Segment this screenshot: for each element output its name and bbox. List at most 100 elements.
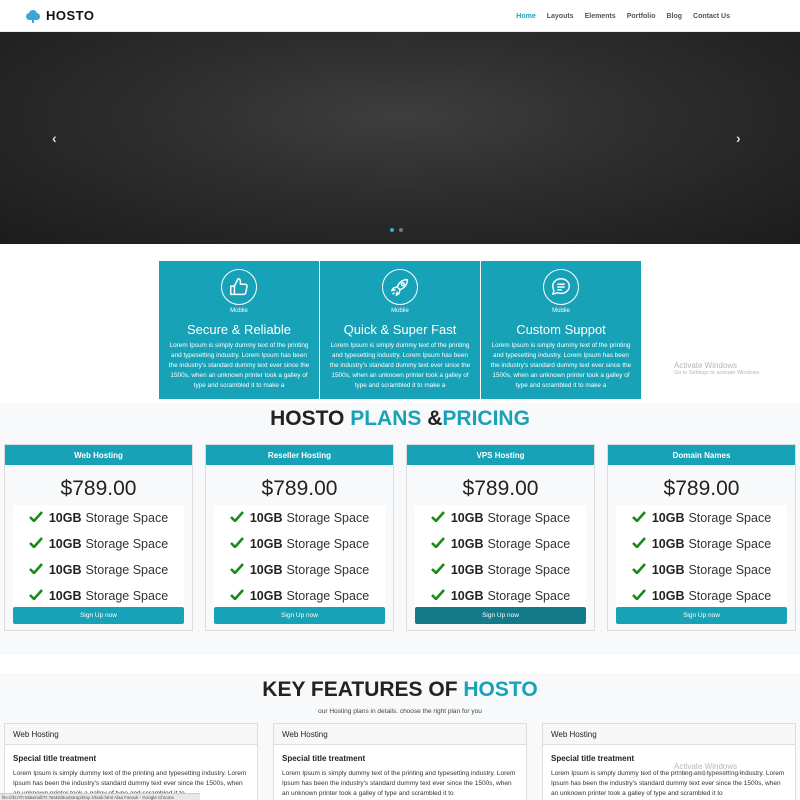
thumbs-up-icon (221, 269, 257, 305)
plan-name: Web Hosting (5, 445, 192, 465)
pricing-title-pricing: PRICING (442, 407, 530, 430)
checkmark-icon (430, 511, 445, 525)
pricing-card: Web Hosting $789.00 10GB Storage Space 10… (4, 444, 193, 631)
plan-feature: 10GB Storage Space (415, 583, 586, 609)
feature-label: Storage Space (85, 537, 169, 551)
feature-label: Storage Space (487, 589, 571, 603)
card-title: Special title treatment (551, 754, 635, 763)
feature-label: Storage Space (487, 563, 571, 577)
feature-amount: 10GB (249, 511, 283, 525)
plan-feature: 10GB Storage Space (13, 531, 184, 557)
key-features-subtitle: our Hosting plans in details. choose the… (318, 708, 482, 715)
nav-link-elements[interactable]: Elements (585, 13, 616, 20)
pricing-title-amp: & (427, 407, 443, 430)
plan-feature: 10GB Storage Space (214, 531, 385, 557)
watermark-title: Activate Windows (674, 361, 738, 370)
feature-amount: 10GB (450, 589, 484, 603)
card-header: Web Hosting (543, 724, 795, 745)
nav-menu: Home Layouts Elements Portfolio Blog Con… (505, 0, 730, 32)
nav-link-layouts[interactable]: Layouts (547, 13, 574, 20)
plan-feature-list: 10GB Storage Space 10GB Storage Space 10GB… (214, 505, 385, 609)
feature-title: Secure & Reliable (186, 322, 292, 337)
feature-label: Storage Space (688, 563, 772, 577)
carousel-indicators (390, 228, 408, 232)
nav-link-home[interactable]: Home (516, 13, 535, 20)
key-features-title: KEY FEATURES OF HOSTO (0, 678, 800, 702)
sign-up-button[interactable]: Sign Up now (13, 607, 184, 624)
activate-windows-watermark: Activate Windows Go to Settings to activ… (674, 361, 761, 376)
checkmark-icon (430, 537, 445, 551)
plan-name: Reseller Hosting (206, 445, 393, 465)
feature-boxes: Moblie Secure & Reliable Lorem Ipsum is … (159, 261, 641, 399)
feature-label: Storage Space (286, 563, 370, 577)
pricing-title-plans: PLANS (350, 407, 422, 430)
plan-feature: 10GB Storage Space (214, 505, 385, 531)
checkmark-icon (430, 589, 445, 603)
plan-feature: 10GB Storage Space (616, 583, 787, 609)
feature-text: Lorem Ipsum is simply dummy text of the … (329, 342, 471, 389)
feature-amount: 10GB (651, 563, 685, 577)
feature-amount: 10GB (249, 563, 283, 577)
plan-feature: 10GB Storage Space (214, 557, 385, 583)
feature-icon-label: Moblie (552, 308, 570, 314)
feature-box: Moblie Quick & Super Fast Lorem Ipsum is… (320, 261, 480, 399)
sign-up-button[interactable]: Sign Up now (214, 607, 385, 624)
carousel-prev-icon[interactable]: ‹ (52, 130, 57, 146)
plan-feature: 10GB Storage Space (616, 557, 787, 583)
feature-icon-label: Moblie (230, 308, 248, 314)
card-title: Special title treatment (13, 754, 97, 763)
pricing-title-brand: HOSTO (270, 407, 345, 430)
plan-feature: 10GB Storage Space (415, 531, 586, 557)
pricing-title: HOSTO PLANS &PRICING (0, 407, 800, 431)
feature-text: Lorem Ipsum is simply dummy text of the … (490, 342, 632, 389)
feature-amount: 10GB (249, 537, 283, 551)
chat-bubble-icon (543, 269, 579, 305)
activate-windows-watermark: Activate Windows Go to Settings to activ… (674, 762, 761, 777)
feature-label: Storage Space (688, 511, 772, 525)
watermark-subtitle: Go to Settings to activate Windows. (674, 370, 761, 376)
feature-label: Storage Space (286, 537, 370, 551)
brand-logo[interactable]: HOSTO (26, 8, 95, 23)
feature-amount: 10GB (450, 563, 484, 577)
sign-up-button[interactable]: Sign Up now (415, 607, 586, 624)
checkmark-icon (229, 511, 244, 525)
feature-label: Storage Space (85, 589, 169, 603)
plan-price: $789.00 (462, 477, 539, 500)
watermark-subtitle: Go to Settings to activate Windows. (674, 771, 761, 777)
key-features-section: KEY FEATURES OF HOSTO our Hosting plans … (0, 673, 800, 800)
feature-icon-label: Moblie (391, 308, 409, 314)
brand-name: HOSTO (46, 8, 95, 23)
hero-carousel: ‹ › (0, 32, 800, 244)
plan-feature: 10GB Storage Space (13, 583, 184, 609)
feature-amount: 10GB (450, 537, 484, 551)
cloud-icon (26, 9, 40, 23)
browser-status-bar: file:///D:/ITI Material/ITI Tasks/Bootst… (0, 793, 200, 800)
key-feature-card: Web Hosting Special title treatment Lore… (4, 723, 258, 800)
feature-label: Storage Space (487, 511, 571, 525)
checkmark-icon (28, 563, 43, 577)
feature-amount: 10GB (48, 589, 82, 603)
feature-amount: 10GB (651, 589, 685, 603)
sign-up-button[interactable]: Sign Up now (616, 607, 787, 624)
carousel-indicator[interactable] (390, 228, 394, 232)
nav-link-blog[interactable]: Blog (666, 13, 682, 20)
feature-box: Moblie Secure & Reliable Lorem Ipsum is … (159, 261, 319, 399)
carousel-next-icon[interactable]: › (736, 130, 741, 146)
carousel-indicator[interactable] (399, 228, 403, 232)
nav-link-portfolio[interactable]: Portfolio (627, 13, 656, 20)
checkmark-icon (229, 589, 244, 603)
key-feature-card: Web Hosting Special title treatment Lore… (273, 723, 527, 800)
plan-feature: 10GB Storage Space (415, 557, 586, 583)
feature-amount: 10GB (249, 589, 283, 603)
checkmark-icon (631, 563, 646, 577)
key-features-title-brand: HOSTO (463, 678, 538, 701)
feature-amount: 10GB (48, 537, 82, 551)
checkmark-icon (631, 511, 646, 525)
checkmark-icon (28, 511, 43, 525)
key-features-title-main: KEY FEATURES OF (262, 678, 458, 701)
feature-box: Moblie Custom Suppot Lorem Ipsum is simp… (481, 261, 641, 399)
feature-title: Custom Suppot (516, 322, 606, 337)
card-title: Special title treatment (282, 754, 366, 763)
feature-title: Quick & Super Fast (343, 322, 457, 337)
nav-link-contact[interactable]: Contact Us (693, 13, 730, 20)
